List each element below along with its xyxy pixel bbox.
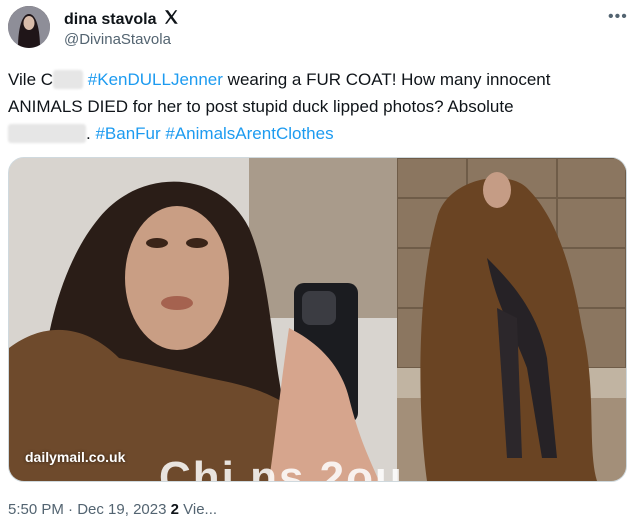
avatar[interactable] [8, 6, 50, 48]
tweet-line-2: ANIMALS DIED for her to post stupid duck… [8, 97, 514, 116]
redacted-text [53, 70, 84, 89]
x-logo-icon [162, 8, 180, 31]
tweet-time[interactable]: 5:50 PM [8, 501, 64, 518]
more-options-icon[interactable]: ••• [608, 8, 628, 26]
media-overlay-text: Chi ns 2ou [159, 453, 404, 482]
views-label: Vie... [178, 501, 218, 518]
hashtag-link[interactable]: #AnimalsArentClothes [165, 124, 333, 143]
display-name[interactable]: dina stavola [64, 11, 156, 29]
redacted-text [8, 124, 86, 143]
tweet-media[interactable]: dailymail.co.uk Chi ns 2ou [8, 157, 627, 482]
photo-seated [396, 158, 626, 481]
media-watermark: dailymail.co.uk [25, 449, 126, 465]
tweet-metadata: 5:50 PM · Dec 19, 2023 2 Vie... [8, 501, 217, 518]
tweet-line-1: Vile C #KenDULLJenner wearing a FUR COAT… [8, 66, 626, 93]
tweet-date[interactable]: Dec 19, 2023 [77, 501, 166, 518]
tweet-text: Vile C #KenDULLJenner wearing a FUR COAT… [8, 66, 626, 147]
views-count: 2 [170, 501, 179, 518]
meta-separator: · [63, 501, 78, 518]
hashtag-link[interactable]: #BanFur [95, 124, 160, 143]
user-handle[interactable]: @DivinaStavola [64, 31, 171, 48]
tweet-line-3: . #BanFur #AnimalsArentClothes [8, 120, 626, 147]
user-name-row: dina stavola [64, 8, 180, 31]
tweet-text-segment: wearing a FUR COAT! How many innocent [222, 70, 551, 89]
photo-selfie [9, 158, 397, 481]
tweet-text-prefix: Vile C [8, 70, 54, 89]
hashtag-link[interactable]: #KenDULLJenner [88, 70, 223, 89]
